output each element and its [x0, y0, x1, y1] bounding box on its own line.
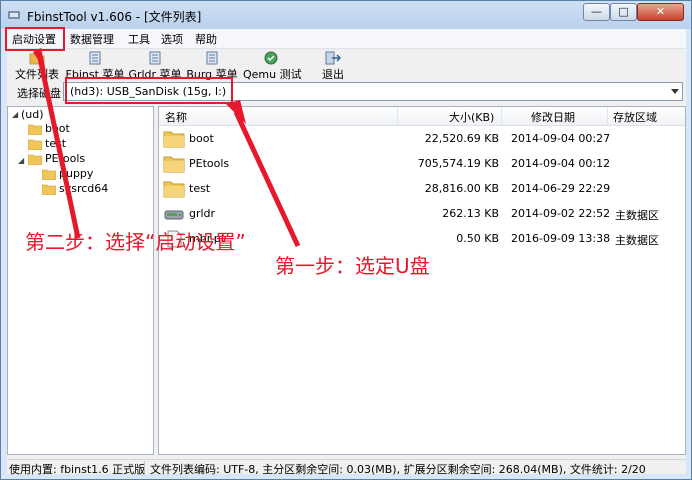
file-list: 名称 大小(KB) 修改日期 存放区域 boot 22,520.69 KB 20…: [158, 106, 686, 455]
annotation-step2: 第二步：选择“启动设置”: [25, 230, 246, 254]
file-size: 262.13 KB: [442, 207, 499, 220]
column-header-name[interactable]: 名称: [165, 109, 187, 125]
drive-file-icon: [164, 210, 184, 220]
window-title: FbinstTool v1.606 - [文件列表]: [27, 10, 202, 24]
menu-tools[interactable]: 工具: [128, 31, 150, 47]
tree-item-puppy[interactable]: puppy: [59, 167, 93, 180]
toolbar-qemu-test-button[interactable]: Qemu 测试: [243, 49, 302, 81]
folder-icon: [28, 124, 42, 135]
toolbar: 文件列表 Fbinst 菜单 Grldr 菜单 Burg 菜单 Qemu 测试 …: [7, 49, 686, 81]
file-date: 2014-09-04 00:27: [511, 132, 611, 145]
file-size: 28,816.00 KB: [424, 182, 499, 195]
file-size: 22,520.69 KB: [424, 132, 499, 145]
toolbar-label: 文件列表: [15, 68, 59, 81]
drive-select-value: (hd3): USB_SanDisk (15g, I:): [70, 85, 227, 98]
column-divider[interactable]: [501, 107, 502, 125]
column-divider[interactable]: [397, 107, 398, 125]
toolbar-file-list-button[interactable]: 文件列表: [11, 49, 63, 81]
app-icon: [8, 11, 20, 19]
drive-label: 选择磁盘: [17, 87, 61, 100]
minimize-button[interactable]: —: [583, 3, 610, 21]
drive-select[interactable]: (hd3): USB_SanDisk (15g, I:): [63, 82, 683, 101]
file-area: 主数据区: [615, 209, 659, 222]
toolbar-label: 退出: [322, 68, 344, 81]
menu-bar: 启动设置 数据管理 工具 选项 帮助: [7, 29, 686, 49]
file-date: 2014-09-04 00:12: [511, 157, 611, 170]
column-header-area[interactable]: 存放区域: [613, 109, 657, 125]
status-divider: [144, 461, 145, 473]
toolbar-label: Qemu 测试: [243, 68, 302, 81]
toolbar-exit-button[interactable]: 退出: [315, 49, 351, 81]
file-area: 主数据区: [615, 234, 659, 247]
file-date: 2014-06-29 22:29: [511, 182, 611, 195]
file-size: 0.50 KB: [456, 232, 499, 245]
folder-icon: [163, 131, 185, 148]
table-row[interactable]: PEtools 705,574.19 KB 2014-09-04 00:12: [159, 151, 685, 176]
file-date: 2016-09-09 13:38: [511, 232, 611, 245]
grldr-menu-icon: [149, 51, 161, 65]
menu-help[interactable]: 帮助: [195, 31, 217, 47]
toolbar-burg-menu-button[interactable]: Burg 菜单: [185, 49, 239, 81]
file-name: grldr: [189, 207, 216, 220]
status-bar: 使用内置: fbinst1.6 正式版 文件列表编码: UTF-8, 主分区剩余…: [7, 459, 686, 476]
tree-item-root[interactable]: (ud): [21, 108, 44, 121]
file-size: 705,574.19 KB: [417, 157, 499, 170]
toolbar-fbinst-menu-button[interactable]: Fbinst 菜单: [65, 49, 125, 81]
folder-icon: [28, 139, 42, 150]
maximize-button[interactable]: □: [610, 3, 637, 21]
annotation-step1: 第一步：选定U盘: [275, 254, 430, 278]
file-list-icon: [29, 53, 45, 65]
column-header-date[interactable]: 修改日期: [531, 109, 575, 125]
file-date: 2014-09-02 22:52: [511, 207, 611, 220]
status-info: 文件列表编码: UTF-8, 主分区剩余空间: 0.03(MB), 扩展分区剩余…: [150, 463, 646, 476]
table-row[interactable]: grldr 262.13 KB 2014-09-02 22:52 主数据区: [159, 201, 685, 226]
file-name: PEtools: [189, 157, 230, 170]
collapse-icon[interactable]: ◢: [18, 156, 24, 165]
menu-boot-settings[interactable]: 启动设置: [12, 31, 56, 47]
folder-tree: ◢ (ud) boot test ◢ PEtools puppy sysrcd6…: [7, 106, 154, 455]
tree-item-petools[interactable]: PEtools: [45, 152, 85, 165]
menu-data-management[interactable]: 数据管理: [70, 31, 114, 47]
folder-icon: [163, 156, 185, 173]
column-divider[interactable]: [607, 107, 608, 125]
tree-item-test[interactable]: test: [45, 137, 66, 150]
toolbar-label: Burg 菜单: [186, 68, 238, 81]
toolbar-grldr-menu-button[interactable]: Grldr 菜单: [127, 49, 183, 81]
fbinst-menu-icon: [89, 51, 101, 65]
menu-options[interactable]: 选项: [161, 31, 183, 47]
column-header-size[interactable]: 大小(KB): [449, 109, 494, 125]
close-button[interactable]: ✕: [637, 3, 684, 21]
exit-icon: [325, 51, 341, 65]
table-row[interactable]: test 28,816.00 KB 2014-06-29 22:29: [159, 176, 685, 201]
file-name: boot: [189, 132, 214, 145]
drive-row: 选择磁盘 (hd3): USB_SanDisk (15g, I:): [7, 81, 686, 103]
chevron-down-icon[interactable]: [671, 89, 679, 94]
status-engine: 使用内置: fbinst1.6 正式版: [9, 463, 146, 476]
qemu-test-icon: [264, 51, 278, 65]
folder-icon: [42, 169, 56, 180]
folder-icon: [42, 184, 56, 195]
tree-item-sysrcd64[interactable]: sysrcd64: [59, 182, 108, 195]
folder-icon: [28, 154, 42, 165]
title-bar: FbinstTool v1.606 - [文件列表] — □ ✕: [1, 1, 691, 29]
toolbar-label: Grldr 菜单: [128, 68, 182, 81]
list-header: 名称 大小(KB) 修改日期 存放区域: [159, 107, 685, 126]
file-name: test: [189, 182, 211, 195]
table-row[interactable]: boot 22,520.69 KB 2014-09-04 00:27: [159, 126, 685, 151]
collapse-icon[interactable]: ◢: [12, 110, 18, 119]
burg-menu-icon: [206, 51, 218, 65]
toolbar-label: Fbinst 菜单: [65, 68, 125, 81]
folder-icon: [163, 181, 185, 198]
tree-item-boot[interactable]: boot: [45, 122, 70, 135]
